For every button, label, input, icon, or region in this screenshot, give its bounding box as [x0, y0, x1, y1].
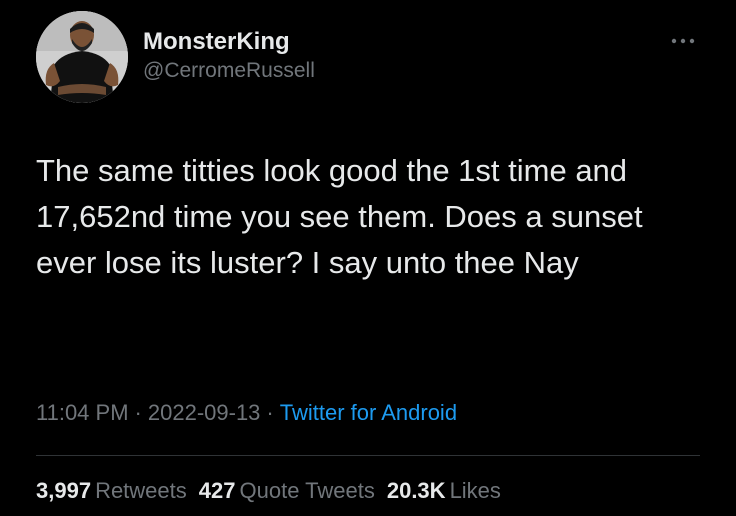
more-horizontal-icon	[671, 38, 695, 44]
avatar[interactable]	[36, 11, 128, 103]
retweets-stat[interactable]: 3,997 Retweets	[36, 476, 187, 506]
user-handle[interactable]: @CerromeRussell	[143, 58, 315, 84]
quote-tweets-stat[interactable]: 427 Quote Tweets	[199, 476, 375, 506]
tweet-time[interactable]: 11:04 PM	[36, 400, 129, 425]
quote-tweets-label: Quote Tweets	[239, 478, 375, 503]
retweets-label: Retweets	[95, 478, 187, 503]
tweet-metadata: 11:04 PM · 2022-09-13 · Twitter for Android	[36, 398, 457, 428]
likes-stat[interactable]: 20.3K Likes	[387, 476, 501, 506]
retweets-count: 3,997	[36, 478, 92, 503]
likes-count: 20.3K	[386, 478, 446, 503]
tweet-text: The same titties look good the 1st time …	[36, 153, 643, 280]
meta-separator: ·	[266, 400, 274, 425]
display-name[interactable]: MonsterKing	[143, 28, 315, 56]
tweet-source-link[interactable]: Twitter for Android	[280, 400, 457, 425]
likes-label: Likes	[449, 478, 501, 503]
quote-tweets-count: 427	[198, 478, 236, 503]
avatar-photo	[36, 11, 128, 103]
tweet-date[interactable]: 2022-09-13	[148, 400, 261, 425]
engagement-stats: 3,997 Retweets 427 Quote Tweets 20.3K Likes	[36, 476, 513, 506]
author-block: MonsterKing @CerromeRussell	[143, 28, 315, 84]
tweet-card: MonsterKing @CerromeRussell The same tit…	[0, 0, 736, 516]
more-options-button[interactable]	[668, 34, 698, 48]
meta-separator: ·	[134, 400, 142, 425]
divider	[36, 455, 700, 456]
